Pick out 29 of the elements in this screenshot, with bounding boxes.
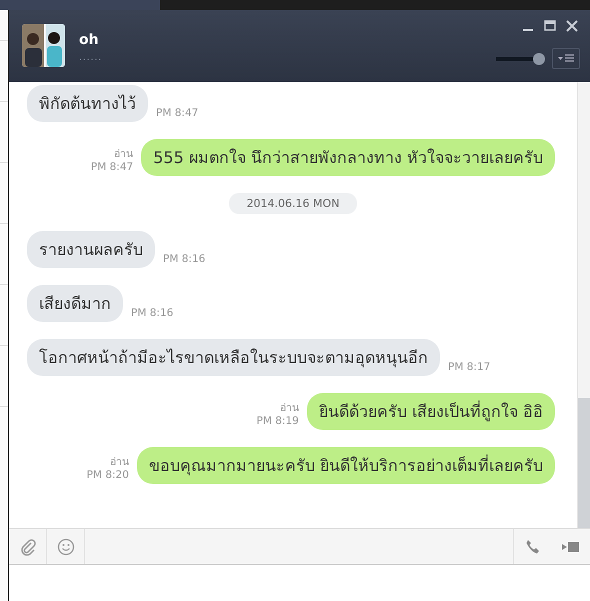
message-time: PM 8:47 bbox=[156, 107, 198, 120]
message-bubble: รายงานผลครับ bbox=[27, 231, 155, 268]
message-bubble: ยินดีด้วยครับ เสียงเป็นที่ถูกใจ อิอิ bbox=[306, 393, 555, 430]
message-time: PM 8:20 bbox=[86, 469, 129, 482]
message-bubble: พิกัดต้นทางไว้ bbox=[27, 85, 148, 122]
maximize-icon[interactable] bbox=[542, 18, 558, 34]
read-receipt: อ่าน bbox=[114, 148, 134, 161]
message-bubble: เสียงดีมาก bbox=[27, 285, 123, 322]
message-bubble: โอกาศหน้าถ้ามีอะไรขาดเหลือในระบบจะตามอุดหนุนอีก bbox=[27, 339, 440, 376]
close-icon[interactable] bbox=[564, 18, 580, 34]
message-time: PM 8:17 bbox=[448, 361, 490, 374]
message-time: PM 8:16 bbox=[163, 253, 206, 266]
menu-button[interactable] bbox=[552, 48, 580, 69]
message-time: PM 8:16 bbox=[131, 307, 174, 320]
phone-icon bbox=[525, 538, 541, 554]
date-divider: 2014.06.16 MON bbox=[228, 193, 358, 214]
status-message: ...... bbox=[79, 53, 104, 63]
read-receipt: อ่าน bbox=[280, 402, 299, 415]
contact-name: oh bbox=[79, 32, 100, 48]
message-bubble: ขอบคุณมากมายนะครับ ยินดีให้บริการอย่างเต็มที่เลยครับ bbox=[136, 447, 555, 484]
menu-icon bbox=[558, 54, 574, 64]
smiley-icon bbox=[56, 538, 74, 556]
message-time: PM 8:47 bbox=[90, 161, 134, 174]
paperclip-icon bbox=[18, 538, 36, 556]
volume-thumb[interactable] bbox=[533, 52, 546, 64]
message-bubble: 555 ผมตกใจ นึกว่าสายพังกลางทาง หัวใจจะวายเลยครับ bbox=[141, 139, 555, 176]
message-time: PM 8:19 bbox=[256, 415, 299, 428]
read-receipt: อ่าน bbox=[110, 456, 129, 469]
video-camera-icon bbox=[562, 540, 580, 554]
